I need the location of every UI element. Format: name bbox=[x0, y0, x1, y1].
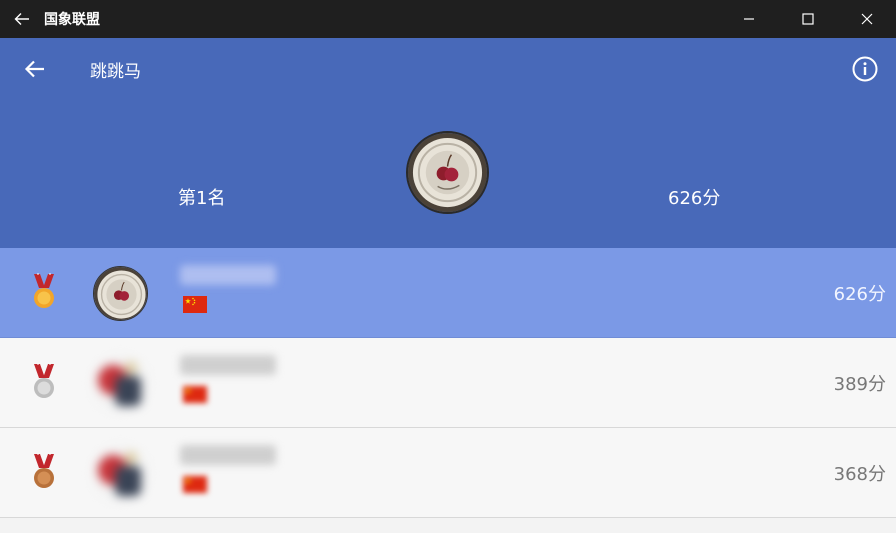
rank-label: 第1名 bbox=[178, 188, 226, 209]
maximize-icon bbox=[801, 13, 814, 25]
score-label: 626分 bbox=[668, 188, 721, 209]
player-name-blurred bbox=[180, 355, 276, 375]
avatar-image bbox=[93, 356, 148, 411]
window-back-button[interactable] bbox=[0, 0, 44, 38]
ranking-row[interactable]: 626分 bbox=[0, 248, 896, 338]
ranking-row[interactable]: 389分 bbox=[0, 338, 896, 428]
bronze-medal-icon bbox=[34, 453, 54, 488]
close-icon bbox=[861, 13, 872, 25]
player-avatar bbox=[93, 266, 148, 321]
maximize-button[interactable] bbox=[778, 0, 837, 38]
china-flag-icon bbox=[183, 296, 207, 313]
player-avatar bbox=[93, 356, 148, 411]
player-name-blurred bbox=[180, 445, 276, 465]
player-name-blurred bbox=[180, 265, 276, 285]
profile-header: 跳跳马 第1名 626分 bbox=[0, 38, 896, 248]
info-button[interactable] bbox=[850, 54, 880, 84]
arrow-left-icon bbox=[24, 60, 44, 78]
player-score: 626分 bbox=[833, 284, 886, 305]
window-title-bar: 国象联盟 bbox=[0, 0, 896, 38]
info-icon bbox=[852, 56, 878, 82]
avatar-image bbox=[93, 446, 148, 501]
back-button[interactable] bbox=[20, 54, 50, 84]
player-score: 389分 bbox=[833, 374, 886, 395]
player-avatar bbox=[93, 446, 148, 501]
close-button[interactable] bbox=[837, 0, 896, 38]
ranking-list: 626分 389分 368分 bbox=[0, 248, 896, 518]
minimize-icon bbox=[743, 18, 754, 20]
minimize-button[interactable] bbox=[719, 0, 778, 38]
silver-medal-icon bbox=[34, 363, 54, 398]
window-title: 国象联盟 bbox=[44, 12, 100, 28]
china-flag-icon bbox=[183, 386, 207, 403]
avatar-image bbox=[408, 133, 487, 212]
ranking-row[interactable]: 368分 bbox=[0, 428, 896, 518]
top-player-avatar[interactable] bbox=[406, 131, 489, 214]
avatar-image bbox=[94, 267, 147, 320]
player-score: 368分 bbox=[833, 464, 886, 485]
arrow-left-icon bbox=[14, 13, 29, 25]
china-flag-icon bbox=[183, 476, 207, 493]
page-title: 跳跳马 bbox=[90, 62, 141, 82]
gold-medal-icon bbox=[34, 273, 54, 308]
